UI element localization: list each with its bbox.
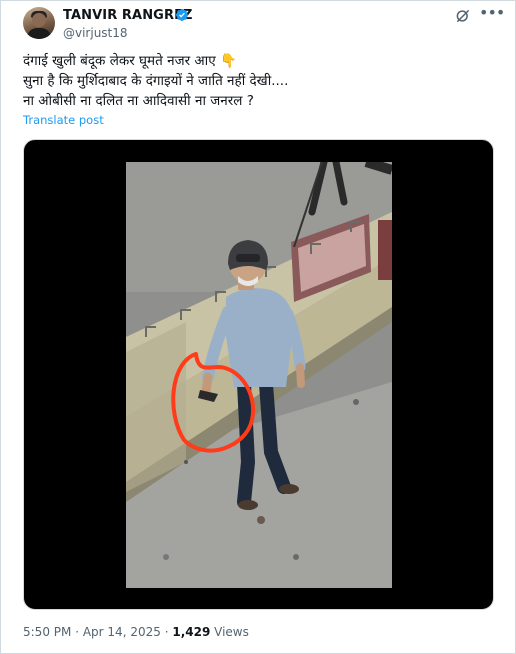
translate-post-link[interactable]: Translate post: [23, 113, 104, 127]
avatar[interactable]: [23, 7, 55, 39]
more-dots-icon[interactable]: •••: [479, 5, 505, 25]
author-handle[interactable]: @virjust18: [63, 26, 128, 40]
video-scene: [126, 162, 392, 588]
meta-separator: ·: [164, 625, 169, 639]
post-line: सुना है कि मुर्शिदाबाद के दंगाइयों ने जा…: [23, 73, 289, 89]
video-player[interactable]: [23, 139, 494, 610]
author-name[interactable]: TANVIR RANGREZ: [63, 8, 193, 23]
tweet-card: TANVIR RANGREZ @virjust18 ••• दंगाई खुली…: [0, 0, 516, 654]
post-date[interactable]: Apr 14, 2025: [83, 625, 161, 639]
post-meta: 5:50 PM · Apr 14, 2025 · 1,429 Views: [23, 625, 249, 639]
meta-separator: ·: [75, 625, 80, 639]
grok-icon[interactable]: [454, 7, 472, 25]
verified-badge-icon: [176, 9, 188, 21]
views-count: 1,429: [172, 625, 211, 639]
post-line: दंगाई खुली बंदूक लेकर घूमते नजर आए 👇: [23, 53, 237, 69]
video-frame[interactable]: [126, 162, 392, 588]
views-label: Views: [214, 625, 249, 639]
post-time[interactable]: 5:50 PM: [23, 625, 71, 639]
post-text: दंगाई खुली बंदूक लेकर घूमते नजर आए 👇 सुन…: [23, 51, 493, 111]
post-line: ना ओबीसी ना दलित ना आदिवासी ना जनरल ?: [23, 93, 254, 109]
